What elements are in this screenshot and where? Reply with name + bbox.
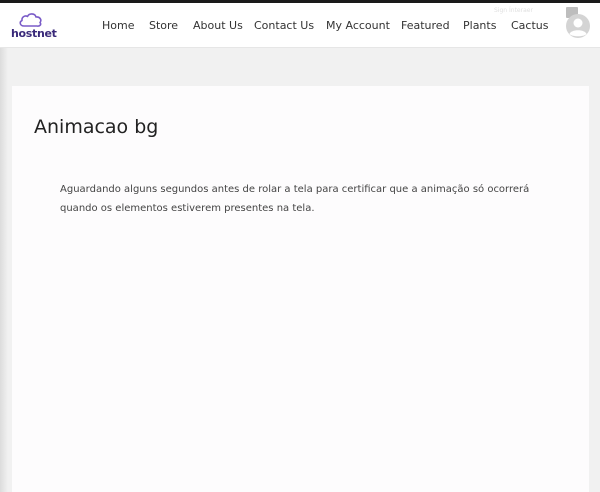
nav-item-featured[interactable]: Featured <box>401 19 450 32</box>
page-title: Animacao bg <box>34 116 159 138</box>
content-card: Animacao bg Aguardando alguns segundos a… <box>12 86 589 492</box>
nav-item-cactus[interactable]: Cactus <box>511 19 549 32</box>
main-nav: Home Store About Us Contact Us My Accoun… <box>0 19 600 39</box>
faded-overlay-label: Sign Ínteraer <box>494 7 533 14</box>
nav-item-about-us[interactable]: About Us <box>193 19 243 32</box>
body-paragraph: Aguardando alguns segundos antes de rola… <box>60 184 530 214</box>
nav-item-plants[interactable]: Plants <box>463 19 496 32</box>
nav-item-store[interactable]: Store <box>149 19 178 32</box>
left-edge-shadow <box>0 48 8 492</box>
user-avatar-icon[interactable] <box>566 14 590 38</box>
nav-item-contact-us[interactable]: Contact Us <box>254 19 314 32</box>
site-header: hostnet Home Store About Us Contact Us M… <box>0 3 600 48</box>
nav-item-home[interactable]: Home <box>102 19 134 32</box>
nav-item-my-account[interactable]: My Account <box>326 19 390 32</box>
